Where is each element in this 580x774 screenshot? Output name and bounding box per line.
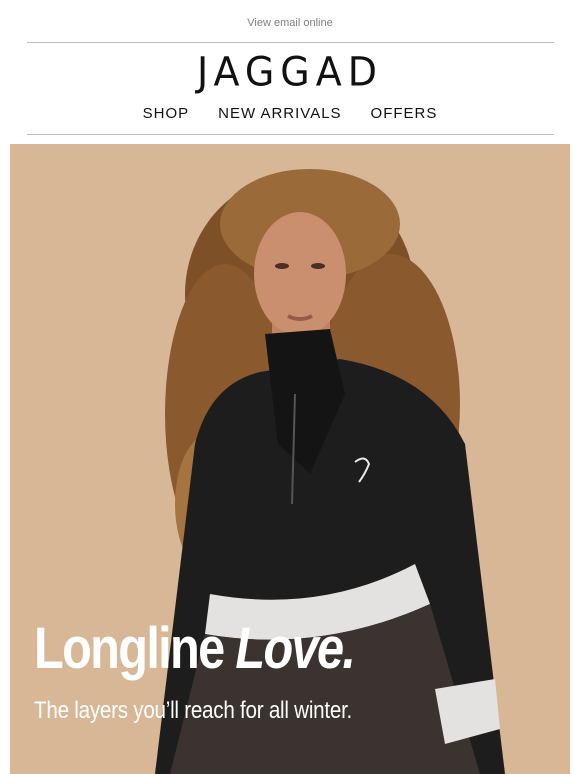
hero-headline: Longline Love. <box>34 616 356 681</box>
nav-offers-link[interactable]: OFFERS <box>371 105 438 122</box>
hero-subheadline: The layers you’ll reach for all winter. <box>34 697 353 724</box>
main-nav: SHOP NEW ARRIVALS OFFERS <box>0 105 580 122</box>
hero-banner[interactable]: Longline Love. The layers you’ll reach f… <box>10 144 570 774</box>
header-divider-top <box>27 42 554 43</box>
nav-shop-link[interactable]: SHOP <box>143 105 190 122</box>
headline-text-longline: Longline <box>34 616 236 681</box>
header-divider-bottom <box>27 134 554 135</box>
nav-new-arrivals-link[interactable]: NEW ARRIVALS <box>218 105 341 122</box>
brand-logo[interactable]: JAGGAD <box>0 48 580 96</box>
view-email-online-link[interactable]: View email online <box>0 17 580 29</box>
headline-text-love: Love. <box>235 616 356 681</box>
